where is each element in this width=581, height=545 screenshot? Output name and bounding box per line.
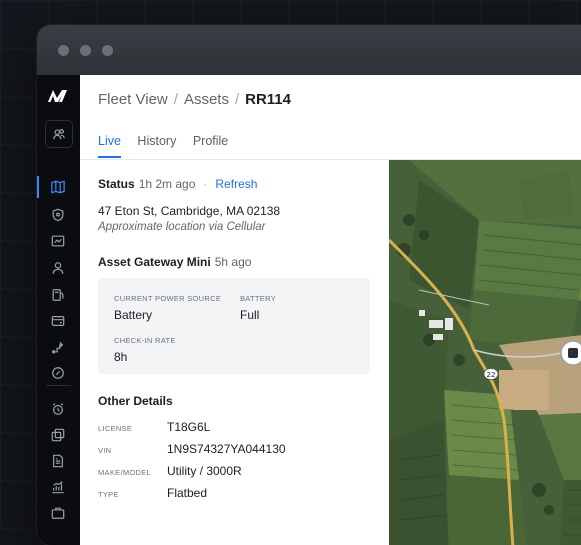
location-source: Approximate location via Cellular (98, 221, 266, 233)
satellite-map[interactable]: 22 (389, 160, 581, 545)
logo (47, 89, 69, 103)
logo-mark-icon (48, 90, 67, 102)
users-icon (53, 129, 65, 140)
road-badge: 22 (483, 368, 499, 380)
sidebar-active-indicator (37, 176, 39, 198)
sidebar-item-drivers[interactable] (50, 260, 66, 276)
main-panel: Fleet View / Assets / RR114 Live History Pro… (80, 75, 581, 545)
briefcase-icon (51, 507, 65, 519)
sidebar-item-billing[interactable] (50, 313, 66, 329)
sidebar-item-jobs[interactable] (50, 505, 66, 521)
checkin-rate-value: 8h (114, 350, 128, 364)
sidebar-item-fuel[interactable] (50, 287, 66, 303)
sidebar-item-documents-copy[interactable] (50, 427, 66, 443)
sidebar-item-users[interactable] (45, 120, 73, 148)
asset-address: 47 Eton St, Cambridge, MA 02138 (98, 204, 281, 218)
sidebar-divider (46, 385, 71, 386)
route-icon (51, 341, 64, 354)
copy-icon (51, 428, 65, 442)
sidebar-item-tags[interactable] (50, 365, 66, 381)
document-icon (53, 454, 63, 468)
license-value: T18G6L (167, 420, 211, 434)
vin-label: VIN (98, 446, 112, 455)
breadcrumb: Fleet View / Assets / RR114 (98, 91, 291, 108)
tab-profile[interactable]: Profile (193, 134, 228, 156)
road-number: 22 (487, 371, 496, 379)
sidebar-item-map[interactable] (50, 179, 66, 195)
tab-bar: Live History Profile (98, 134, 241, 158)
sidebar-item-analytics[interactable] (50, 479, 66, 495)
alarm-icon (52, 403, 64, 415)
gateway-name: Asset Gateway Mini (98, 255, 211, 269)
fuel-icon (52, 289, 64, 301)
sidebar-item-safety[interactable] (50, 207, 66, 223)
sidebar-item-documents[interactable] (50, 453, 66, 469)
make-model-value: Utility / 3000R (167, 464, 242, 478)
type-value: Flatbed (167, 486, 208, 500)
tag-icon (52, 367, 64, 379)
page-title: RR114 (245, 91, 291, 108)
gateway-card: CURRENT POWER SOURCE Battery BATTERY Ful… (98, 278, 370, 374)
status-label: Status (98, 177, 135, 191)
make-model-label: MAKE/MODEL (98, 468, 152, 477)
vin-value: 1N9S74327YA044130 (167, 442, 286, 456)
app-window: Fleet View / Assets / RR114 Live History Pro… (37, 25, 581, 545)
checkin-rate-label: CHECK-IN RATE (114, 336, 176, 345)
breadcrumb-fleet-view[interactable]: Fleet View (98, 91, 168, 108)
person-icon (52, 262, 64, 274)
window-titlebar (37, 25, 581, 75)
power-source-label: CURRENT POWER SOURCE (114, 294, 222, 303)
trend-icon (52, 481, 64, 494)
map-imagery: 22 (389, 160, 581, 545)
breadcrumb-assets[interactable]: Assets (184, 91, 229, 108)
battery-value: Full (240, 308, 260, 322)
gateway-heading: Asset Gateway Mini 5h ago (98, 255, 251, 269)
sidebar-item-reports[interactable] (50, 233, 66, 249)
card-icon (51, 316, 65, 326)
status-time: 1h 2m ago (138, 177, 196, 191)
sidebar (37, 75, 80, 545)
type-label: TYPE (98, 490, 119, 499)
window-close-dot[interactable] (58, 45, 69, 56)
shield-icon (52, 208, 64, 222)
power-source-value: Battery (114, 308, 153, 322)
asset-details-panel: Status 1h 2m ago · Refresh 47 Eton St, Camb… (80, 160, 389, 545)
license-label: LICENSE (98, 424, 133, 433)
chart-icon (51, 235, 65, 247)
sidebar-item-routes[interactable] (50, 339, 66, 355)
sidebar-item-alerts[interactable] (50, 401, 66, 417)
other-details-title: Other Details (98, 394, 173, 408)
gateway-time: 5h ago (214, 255, 252, 269)
status-line: Status 1h 2m ago · Refresh (98, 177, 258, 191)
refresh-link[interactable]: Refresh (215, 177, 257, 191)
map-icon (51, 180, 65, 194)
tab-live[interactable]: Live (98, 134, 121, 158)
tab-history[interactable]: History (137, 134, 176, 156)
window-maximize-dot[interactable] (102, 45, 113, 56)
battery-label: BATTERY (240, 294, 276, 303)
window-minimize-dot[interactable] (80, 45, 91, 56)
